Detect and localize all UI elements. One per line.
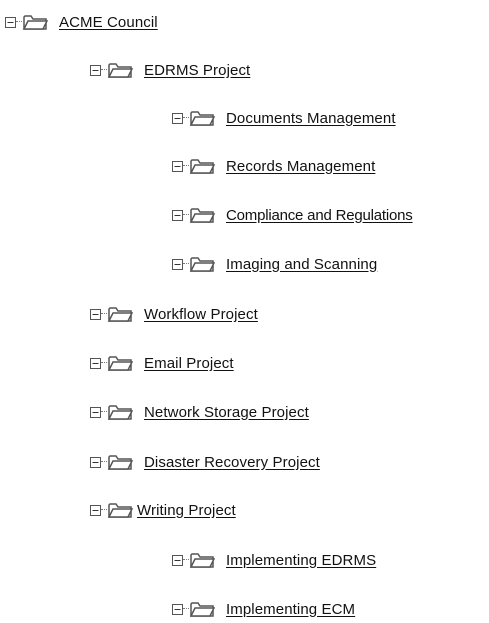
tree-node-label[interactable]: Workflow Project (144, 306, 258, 323)
tree-node-label[interactable]: Compliance and Regulations (226, 207, 413, 224)
tree-node-compliance-and-regulations[interactable]: Compliance and Regulations (172, 203, 413, 227)
collapse-toggle-icon[interactable] (90, 308, 101, 320)
tree-node-network-storage-project[interactable]: Network Storage Project (90, 400, 309, 424)
folder-open-icon (107, 305, 133, 323)
tree-node-email-project[interactable]: Email Project (90, 351, 234, 375)
tree-node-edrms-project[interactable]: EDRMS Project (90, 58, 250, 82)
tree-node-records-management[interactable]: Records Management (172, 154, 375, 178)
folder-open-icon (189, 206, 215, 224)
collapse-toggle-icon[interactable] (90, 406, 101, 418)
folder-open-icon (107, 354, 133, 372)
tree-node-label[interactable]: Writing Project (137, 502, 236, 519)
tree-node-label[interactable]: Implementing EDRMS (226, 552, 376, 569)
tree-node-imaging-and-scanning[interactable]: Imaging and Scanning (172, 252, 377, 276)
tree-node-workflow-project[interactable]: Workflow Project (90, 302, 258, 326)
collapse-toggle-icon[interactable] (172, 603, 183, 615)
folder-open-icon (22, 13, 48, 31)
collapse-toggle-icon[interactable] (172, 554, 183, 566)
tree-node-acme-council[interactable]: ACME Council (5, 10, 158, 34)
tree-node-label[interactable]: Disaster Recovery Project (144, 454, 320, 471)
tree-node-label[interactable]: EDRMS Project (144, 62, 250, 79)
tree-node-label[interactable]: Documents Management (226, 110, 396, 127)
folder-open-icon (189, 551, 215, 569)
tree-node-label[interactable]: ACME Council (59, 14, 158, 31)
tree-node-label[interactable]: Email Project (144, 355, 234, 372)
tree-node-label[interactable]: Implementing ECM (226, 601, 355, 618)
collapse-toggle-icon[interactable] (172, 258, 183, 270)
folder-open-icon (189, 255, 215, 273)
folder-open-icon (107, 453, 133, 471)
tree-node-label[interactable]: Records Management (226, 158, 375, 175)
collapse-toggle-icon[interactable] (172, 160, 183, 172)
tree-node-implementing-edrms[interactable]: Implementing EDRMS (172, 548, 376, 572)
collapse-toggle-icon[interactable] (5, 16, 16, 28)
collapse-toggle-icon[interactable] (172, 209, 183, 221)
tree-node-label[interactable]: Imaging and Scanning (226, 256, 377, 273)
folder-open-icon (189, 109, 215, 127)
folder-open-icon (189, 600, 215, 618)
collapse-toggle-icon[interactable] (172, 112, 183, 124)
collapse-toggle-icon[interactable] (90, 64, 101, 76)
tree-node-disaster-recovery-project[interactable]: Disaster Recovery Project (90, 450, 320, 474)
folder-open-icon (107, 403, 133, 421)
collapse-toggle-icon[interactable] (90, 504, 101, 516)
tree-node-documents-management[interactable]: Documents Management (172, 106, 396, 130)
collapse-toggle-icon[interactable] (90, 456, 101, 468)
tree-node-writing-project[interactable]: Writing Project (90, 498, 236, 522)
collapse-toggle-icon[interactable] (90, 357, 101, 369)
folder-open-icon (189, 157, 215, 175)
folder-open-icon (107, 501, 133, 519)
tree-node-implementing-ecm[interactable]: Implementing ECM (172, 597, 355, 621)
tree-node-label[interactable]: Network Storage Project (144, 404, 309, 421)
folder-tree: ACME Council EDRMS Project Documents Man… (0, 0, 489, 623)
folder-open-icon (107, 61, 133, 79)
